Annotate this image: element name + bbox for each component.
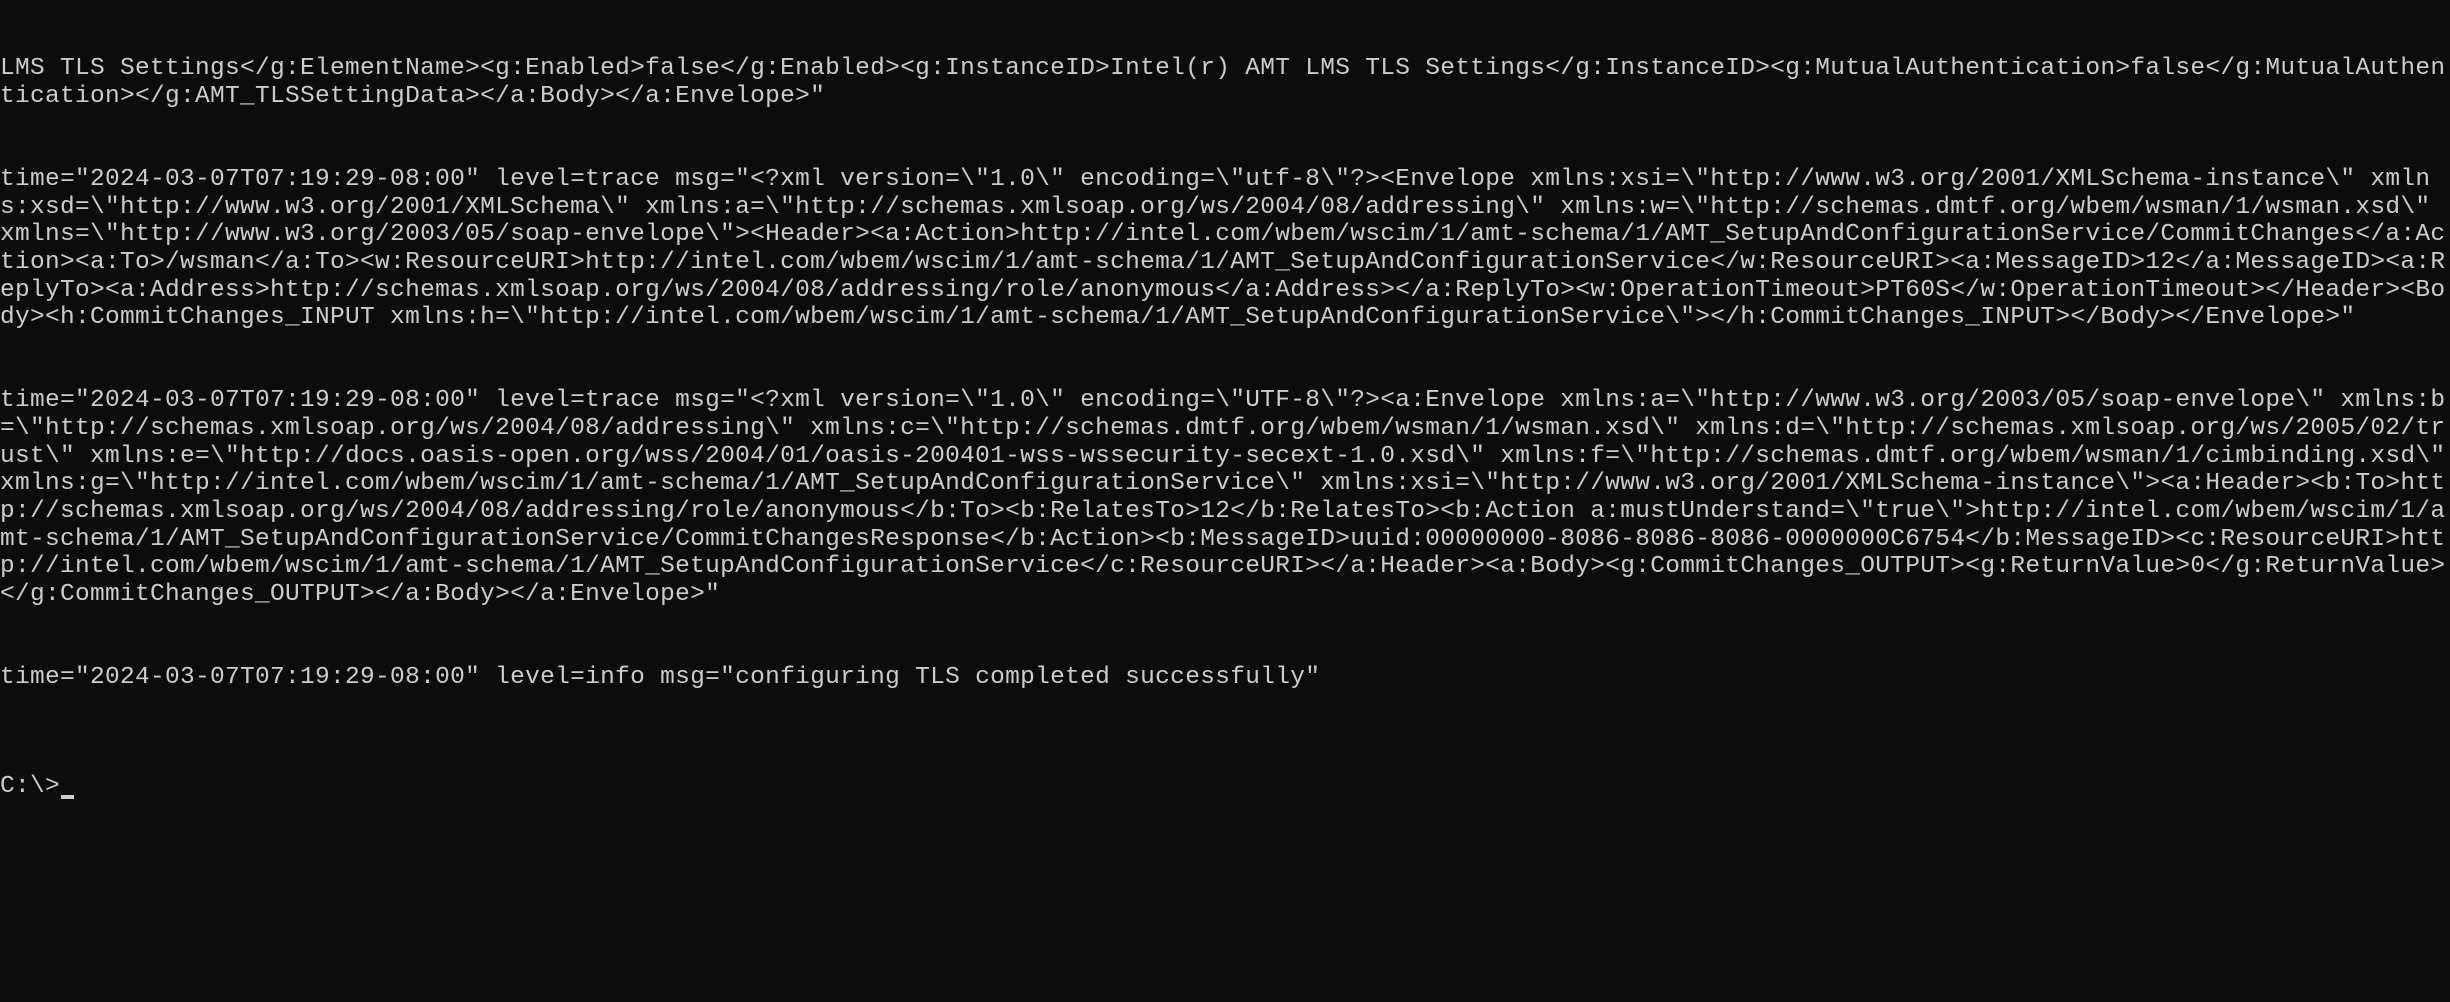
log-line: LMS TLS Settings</g:ElementName><g:Enabl…: [0, 55, 2450, 110]
cursor-icon: [61, 795, 74, 799]
command-prompt[interactable]: C:\>: [0, 773, 2450, 801]
prompt-text: C:\>: [0, 773, 60, 800]
log-line: time="2024-03-07T07:19:29-08:00" level=t…: [0, 387, 2450, 608]
log-line: time="2024-03-07T07:19:29-08:00" level=t…: [0, 166, 2450, 332]
log-line: time="2024-03-07T07:19:29-08:00" level=i…: [0, 664, 2450, 692]
terminal-window[interactable]: LMS TLS Settings</g:ElementName><g:Enabl…: [0, 0, 2450, 1002]
